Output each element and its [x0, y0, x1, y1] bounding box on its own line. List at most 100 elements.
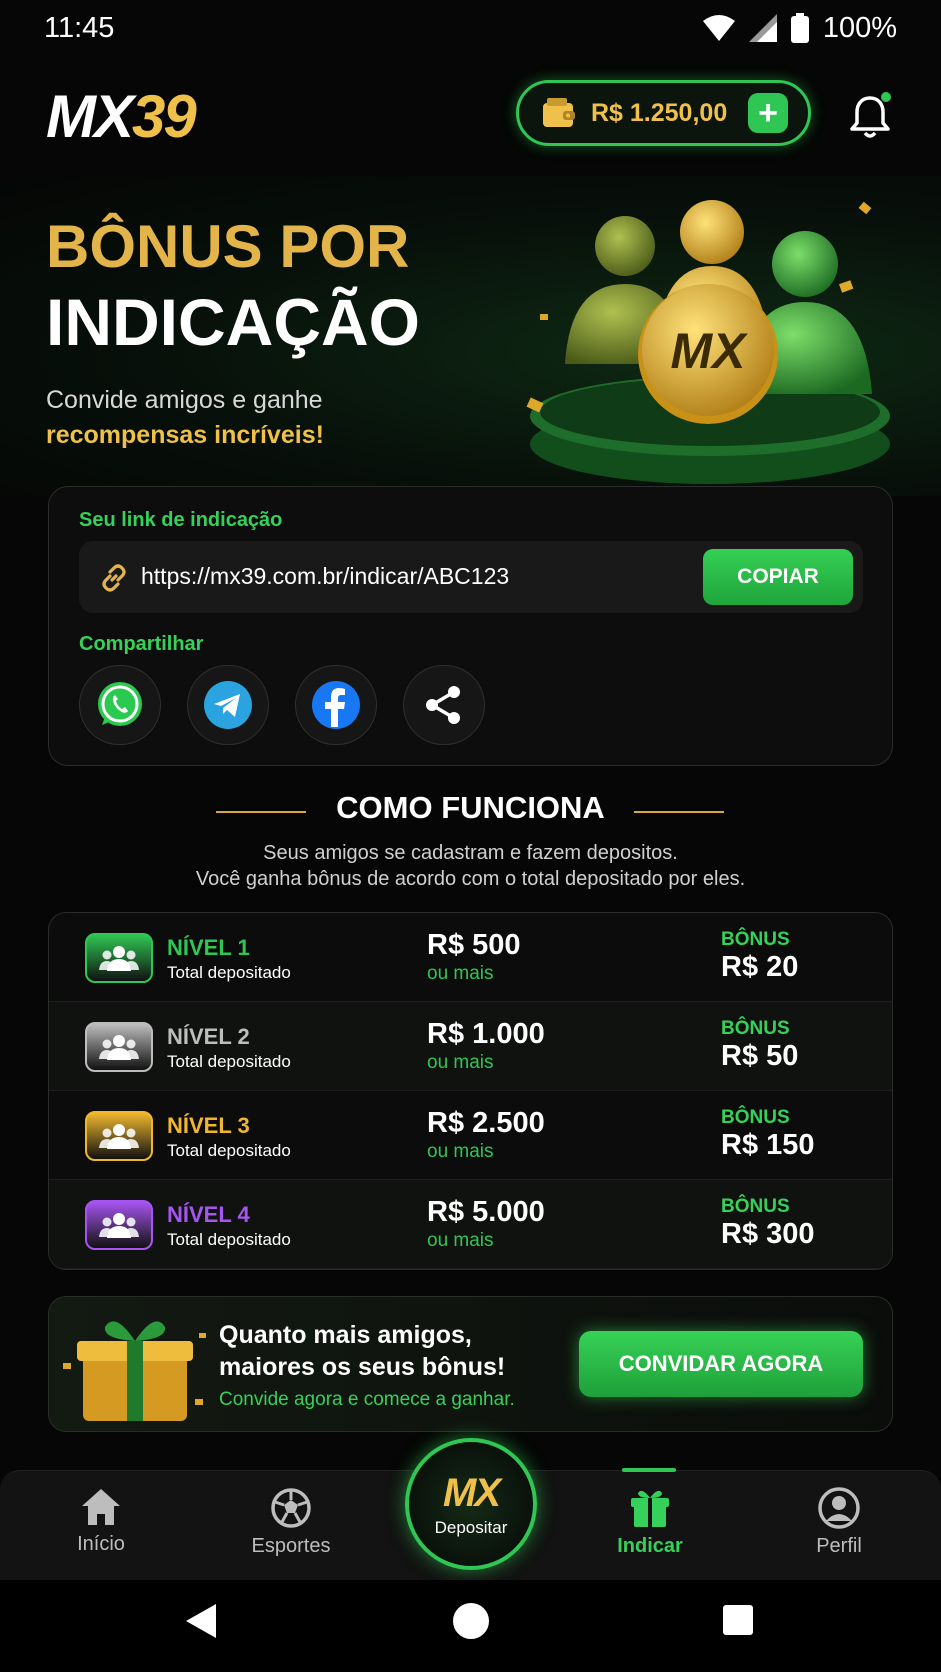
invite-banner: Quanto mais amigos, maiores os seus bônu… — [48, 1296, 893, 1432]
level-badge-icon — [85, 933, 153, 983]
referral-illustration: MX — [526, 200, 890, 484]
invite-subtitle: Convide agora e comece a ganhar. — [219, 1389, 515, 1410]
deposit-logo: MX — [443, 1470, 501, 1515]
level-bonus-value: R$ 20 — [721, 951, 799, 983]
copy-link-button[interactable]: COPIAR — [703, 549, 853, 605]
nav-sports[interactable]: Esportes — [216, 1487, 366, 1558]
hero-banner: BÔNUS POR INDICAÇÃO Convide amigos e gan… — [0, 176, 941, 496]
invite-title-line2: maiores os seus bônus! — [219, 1353, 506, 1381]
balance-amount: R$ 1.250,00 — [591, 98, 728, 127]
share-facebook-button[interactable] — [295, 665, 377, 745]
app-logo[interactable]: MX39 — [46, 82, 197, 151]
hero-subtitle-line1: Convide amigos e ganhe — [46, 386, 323, 414]
level-badge-icon — [85, 1200, 153, 1250]
level-name: NÍVEL 2 — [167, 1024, 250, 1049]
level-name: NÍVEL 1 — [167, 935, 250, 960]
level-badge-icon — [85, 1111, 153, 1161]
gift-nav-icon — [631, 1490, 669, 1527]
battery-icon — [790, 13, 809, 43]
notifications-button[interactable] — [848, 92, 892, 140]
level-badge-icon — [85, 1022, 153, 1072]
level-amount: R$ 1.000 — [427, 1018, 545, 1050]
referral-link-field[interactable]: https://mx39.com.br/indicar/ABC123 COPIA… — [79, 541, 863, 613]
logo-text-39: 39 — [132, 83, 197, 150]
invite-now-button[interactable]: CONVIDAR AGORA — [579, 1331, 863, 1397]
nav-refer[interactable]: Indicar — [575, 1487, 725, 1558]
referral-link-text: https://mx39.com.br/indicar/ABC123 — [141, 563, 510, 589]
level-bonus-value: R$ 50 — [721, 1040, 799, 1072]
recents-icon[interactable] — [722, 1604, 754, 1636]
users-icon — [99, 1124, 139, 1149]
how-desc-line2: Você ganha bônus de acordo com o total d… — [195, 868, 746, 890]
back-icon[interactable] — [184, 1602, 218, 1640]
level-amount: R$ 500 — [427, 929, 521, 961]
app-header: MX39 R$ 1.250,00 + — [0, 56, 941, 176]
share-more-button[interactable] — [403, 665, 485, 745]
profile-icon — [818, 1487, 860, 1529]
share-label: Compartilhar — [79, 633, 204, 655]
level-bonus-label: BÔNUS — [721, 1107, 790, 1128]
nav-deposit-label: Depositar — [434, 1517, 508, 1537]
level-row: NÍVEL 4 Total depositado R$ 5.000 ou mais BÔ… — [49, 1180, 892, 1269]
users-icon — [99, 1035, 139, 1060]
level-name: NÍVEL 4 — [167, 1202, 250, 1227]
coin-mx-text: MX — [671, 323, 749, 379]
hero-title-line1: BÔNUS POR — [46, 213, 410, 280]
gift-icon — [63, 1321, 206, 1421]
level-subtitle: Total depositado — [167, 963, 291, 982]
telegram-icon — [204, 681, 252, 729]
how-desc-line1: Seus amigos se cadastram e fazem deposit… — [263, 842, 678, 864]
level-row: NÍVEL 3 Total depositado R$ 2.500 ou mais BÔ… — [49, 1091, 892, 1180]
nav-active-indicator — [622, 1468, 676, 1472]
nav-sports-label: Esportes — [251, 1535, 331, 1557]
facebook-icon — [312, 681, 360, 729]
wifi-icon — [702, 15, 735, 41]
level-amount-suffix: ou mais — [427, 1141, 494, 1162]
invite-title-line1: Quanto mais amigos, — [219, 1321, 472, 1349]
status-icons: 100% — [702, 11, 897, 45]
nav-refer-label: Indicar — [617, 1535, 683, 1557]
level-amount-suffix: ou mais — [427, 963, 494, 984]
hero-subtitle-line2: recompensas incríveis! — [46, 421, 324, 449]
nav-deposit-button[interactable]: MX Depositar — [405, 1438, 537, 1570]
nav-home[interactable]: Início — [26, 1487, 176, 1556]
how-it-works-title: COMO FUNCIONA — [336, 790, 605, 825]
add-funds-button[interactable]: + — [748, 93, 788, 133]
system-navigation-bar — [0, 1580, 941, 1672]
balance-pill[interactable]: R$ 1.250,00 + — [516, 80, 811, 146]
level-name: NÍVEL 3 — [167, 1113, 250, 1138]
signal-icon — [748, 14, 777, 42]
soccer-ball-icon — [271, 1488, 311, 1528]
level-bonus-value: R$ 300 — [721, 1218, 815, 1250]
logo-text-mx: MX — [46, 83, 134, 150]
bell-icon — [850, 92, 891, 138]
referral-link-label: Seu link de indicação — [79, 509, 283, 531]
nav-profile[interactable]: Perfil — [764, 1487, 914, 1558]
how-it-works-description: Seus amigos se cadastram e fazem deposit… — [0, 840, 941, 892]
battery-percent: 100% — [822, 11, 897, 44]
hero-title-line2: INDICAÇÃO — [46, 285, 420, 359]
wallet-icon — [543, 98, 575, 127]
share-whatsapp-button[interactable] — [79, 665, 161, 745]
level-row: NÍVEL 1 Total depositado R$ 500 ou mais BÔNU… — [49, 913, 892, 1002]
link-icon — [102, 564, 126, 592]
status-time: 11:45 — [44, 11, 115, 44]
share-telegram-button[interactable] — [187, 665, 269, 745]
level-amount-suffix: ou mais — [427, 1052, 494, 1073]
level-row: NÍVEL 2 Total depositado R$ 1.000 ou mais BÔ… — [49, 1002, 892, 1091]
whatsapp-icon — [98, 682, 142, 726]
level-bonus-label: BÔNUS — [721, 1196, 790, 1217]
level-bonus-label: BÔNUS — [721, 1018, 790, 1039]
home-icon — [82, 1489, 120, 1525]
home-circle-icon[interactable] — [452, 1602, 490, 1640]
level-bonus-value: R$ 150 — [721, 1129, 815, 1161]
level-subtitle: Total depositado — [167, 1230, 291, 1249]
level-amount: R$ 2.500 — [427, 1107, 545, 1139]
level-bonus-label: BÔNUS — [721, 929, 790, 950]
share-buttons — [79, 665, 485, 745]
level-amount: R$ 5.000 — [427, 1196, 545, 1228]
users-icon — [99, 1213, 139, 1238]
referral-card: Seu link de indicação https://mx39.com.b… — [48, 486, 893, 766]
nav-home-label: Início — [77, 1533, 125, 1555]
level-subtitle: Total depositado — [167, 1141, 291, 1160]
